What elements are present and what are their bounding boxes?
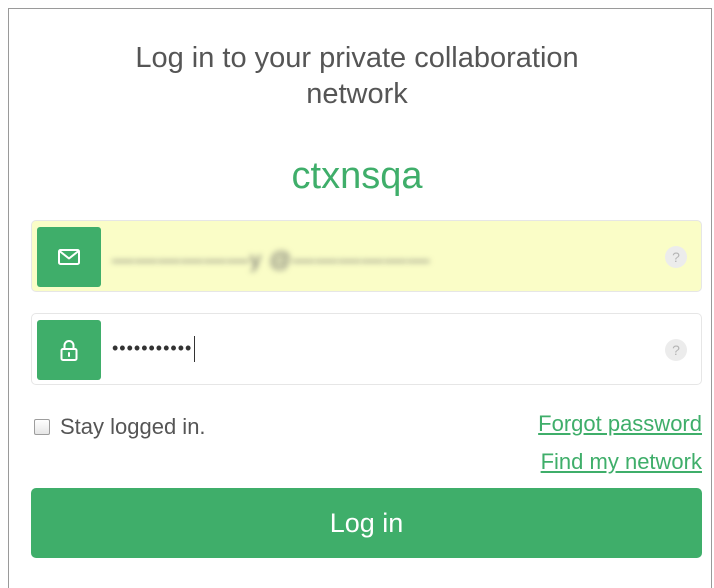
login-button[interactable]: Log in bbox=[31, 488, 702, 558]
login-heading: Log in to your private collaboration net… bbox=[0, 40, 714, 112]
login-heading-line2: network bbox=[306, 78, 408, 110]
password-input[interactable]: ••••••••••• bbox=[112, 336, 196, 362]
lock-icon bbox=[37, 320, 101, 380]
password-value: ••••••••••• bbox=[112, 337, 193, 358]
text-caret bbox=[194, 336, 196, 362]
forgot-password-link[interactable]: Forgot password bbox=[538, 411, 702, 437]
stay-logged-in-option[interactable]: Stay logged in. bbox=[34, 414, 206, 440]
password-help-icon[interactable]: ? bbox=[665, 339, 687, 361]
login-heading-line1: Log in to your private collaboration bbox=[135, 42, 579, 74]
password-field[interactable]: ••••••••••• ? bbox=[31, 313, 702, 385]
email-field[interactable]: ——————y @—————— ? bbox=[31, 220, 702, 292]
envelope-icon bbox=[37, 227, 101, 287]
stay-logged-in-checkbox[interactable] bbox=[34, 419, 50, 435]
network-name: ctxnsqa bbox=[291, 155, 423, 197]
email-help-icon[interactable]: ? bbox=[665, 246, 687, 268]
find-my-network-link[interactable]: Find my network bbox=[541, 449, 702, 475]
stay-logged-in-label: Stay logged in. bbox=[60, 414, 206, 439]
email-input[interactable] bbox=[110, 235, 650, 279]
